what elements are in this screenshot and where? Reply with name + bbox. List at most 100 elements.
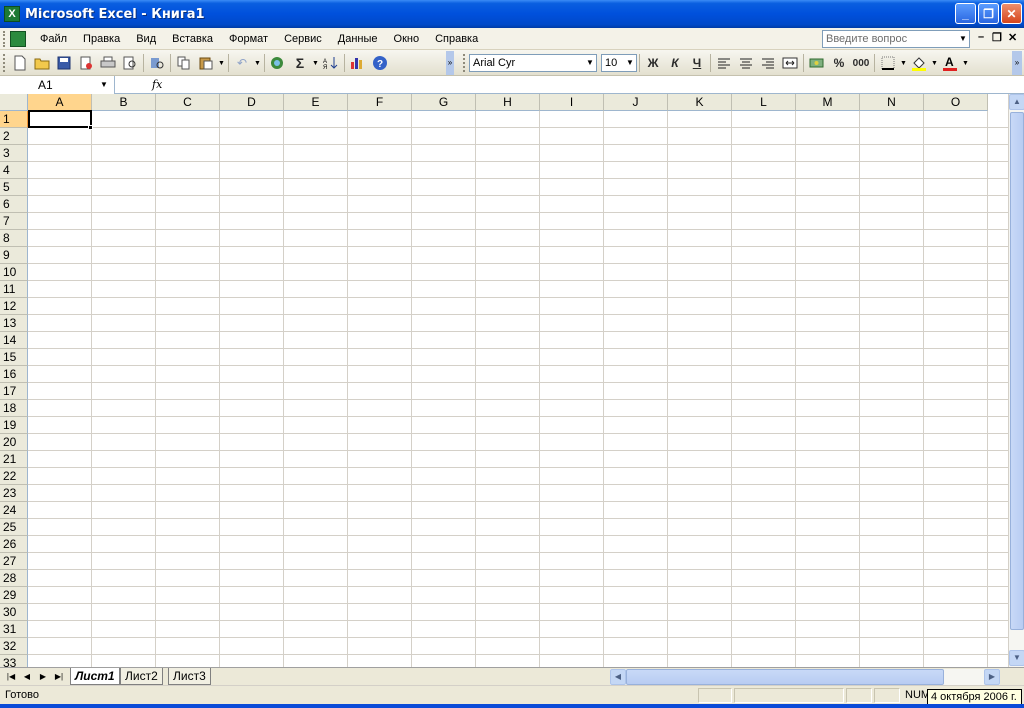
active-cell[interactable] bbox=[28, 110, 92, 128]
print-icon[interactable] bbox=[97, 52, 119, 74]
row-header[interactable]: 32 bbox=[0, 638, 28, 655]
scroll-left-icon[interactable]: ◀ bbox=[610, 669, 626, 685]
menu-tools[interactable]: Сервис bbox=[276, 29, 330, 49]
sheet-tab-3[interactable]: Лист3 bbox=[168, 668, 211, 685]
borders-dropdown-icon[interactable]: ▼ bbox=[899, 60, 908, 67]
column-header[interactable]: O bbox=[924, 94, 988, 111]
menu-format[interactable]: Формат bbox=[221, 29, 276, 49]
font-name-combo[interactable]: Arial Cyr ▼ bbox=[469, 54, 597, 72]
new-document-icon[interactable] bbox=[9, 52, 31, 74]
borders-icon[interactable] bbox=[877, 52, 899, 74]
row-header[interactable]: 8 bbox=[0, 230, 28, 247]
paste-dropdown-icon[interactable]: ▼ bbox=[217, 60, 226, 67]
row-header[interactable]: 11 bbox=[0, 281, 28, 298]
column-header[interactable]: J bbox=[604, 94, 668, 111]
row-header[interactable]: 19 bbox=[0, 417, 28, 434]
column-header[interactable]: N bbox=[860, 94, 924, 111]
column-header[interactable]: H bbox=[476, 94, 540, 111]
autosum-dropdown-icon[interactable]: ▼ bbox=[311, 60, 320, 67]
doc-minimize-button[interactable]: – bbox=[978, 31, 984, 43]
next-sheet-icon[interactable]: ▶ bbox=[36, 669, 50, 684]
row-header[interactable]: 15 bbox=[0, 349, 28, 366]
horizontal-scroll-thumb[interactable] bbox=[626, 669, 944, 685]
column-header[interactable]: D bbox=[220, 94, 284, 111]
menu-help[interactable]: Справка bbox=[427, 29, 486, 49]
row-header[interactable]: 1 bbox=[0, 111, 28, 128]
row-header[interactable]: 9 bbox=[0, 247, 28, 264]
row-header[interactable]: 29 bbox=[0, 587, 28, 604]
chevron-down-icon[interactable]: ▼ bbox=[957, 31, 969, 47]
column-header[interactable]: G bbox=[412, 94, 476, 111]
toolbar-options-icon[interactable]: » bbox=[1012, 51, 1022, 75]
chevron-down-icon[interactable]: ▼ bbox=[624, 55, 636, 71]
formula-input[interactable] bbox=[170, 76, 1024, 94]
column-header[interactable]: M bbox=[796, 94, 860, 111]
row-header[interactable]: 30 bbox=[0, 604, 28, 621]
bold-button[interactable]: Ж bbox=[642, 52, 664, 74]
font-size-combo[interactable]: 10 ▼ bbox=[601, 54, 637, 72]
row-header[interactable]: 28 bbox=[0, 570, 28, 587]
row-header[interactable]: 13 bbox=[0, 315, 28, 332]
row-header[interactable]: 27 bbox=[0, 553, 28, 570]
hyperlink-icon[interactable] bbox=[267, 52, 289, 74]
row-header[interactable]: 2 bbox=[0, 128, 28, 145]
font-color-icon[interactable]: A bbox=[939, 52, 961, 74]
font-color-dropdown-icon[interactable]: ▼ bbox=[961, 60, 970, 67]
column-header[interactable]: L bbox=[732, 94, 796, 111]
insert-function-icon[interactable]: fx bbox=[152, 76, 168, 94]
chart-wizard-icon[interactable] bbox=[347, 52, 369, 74]
close-button[interactable]: ✕ bbox=[1001, 3, 1022, 24]
autosum-icon[interactable]: Σ bbox=[289, 52, 311, 74]
row-header[interactable]: 31 bbox=[0, 621, 28, 638]
toolbar-options-icon[interactable]: » bbox=[446, 51, 454, 75]
toolbar-grip[interactable] bbox=[3, 54, 6, 72]
row-header[interactable]: 14 bbox=[0, 332, 28, 349]
paste-icon[interactable] bbox=[195, 52, 217, 74]
print-preview-icon[interactable] bbox=[119, 52, 141, 74]
menubar-grip[interactable] bbox=[3, 30, 6, 47]
sheet-tab-2[interactable]: Лист2 bbox=[120, 668, 163, 685]
menu-window[interactable]: Окно bbox=[386, 29, 428, 49]
row-header[interactable]: 12 bbox=[0, 298, 28, 315]
row-header[interactable]: 25 bbox=[0, 519, 28, 536]
italic-button[interactable]: К bbox=[664, 52, 686, 74]
excel-app-icon[interactable]: X bbox=[4, 6, 20, 22]
column-header[interactable]: B bbox=[92, 94, 156, 111]
row-header[interactable]: 10 bbox=[0, 264, 28, 281]
row-header[interactable]: 3 bbox=[0, 145, 28, 162]
doc-restore-button[interactable]: ❐ bbox=[992, 31, 1002, 44]
menu-file[interactable]: Файл bbox=[32, 29, 75, 49]
currency-style-icon[interactable] bbox=[806, 52, 828, 74]
prev-sheet-icon[interactable]: ◀ bbox=[20, 669, 34, 684]
toolbar-grip[interactable] bbox=[463, 54, 466, 72]
column-header[interactable]: A bbox=[28, 94, 92, 111]
ask-question-input[interactable]: Введите вопрос ▼ bbox=[822, 30, 970, 48]
undo-dropdown-icon[interactable]: ▼ bbox=[253, 60, 262, 67]
last-sheet-icon[interactable]: ▶| bbox=[52, 669, 66, 684]
row-header[interactable]: 17 bbox=[0, 383, 28, 400]
sheet-tab-1[interactable]: Лист1 bbox=[70, 668, 120, 685]
percent-style-button[interactable]: % bbox=[828, 52, 850, 74]
row-header[interactable]: 18 bbox=[0, 400, 28, 417]
fill-handle[interactable] bbox=[88, 125, 93, 130]
scroll-up-icon[interactable]: ▲ bbox=[1009, 94, 1024, 110]
vertical-scroll-thumb[interactable] bbox=[1010, 112, 1024, 630]
sort-ascending-icon[interactable]: AЯ bbox=[320, 52, 342, 74]
help-icon[interactable]: ? bbox=[369, 52, 391, 74]
column-header[interactable]: I bbox=[540, 94, 604, 111]
fill-color-dropdown-icon[interactable]: ▼ bbox=[930, 60, 939, 67]
document-icon[interactable] bbox=[10, 30, 26, 47]
row-header[interactable]: 5 bbox=[0, 179, 28, 196]
underline-button[interactable]: Ч bbox=[686, 52, 708, 74]
first-sheet-icon[interactable]: |◀ bbox=[4, 669, 18, 684]
undo-icon[interactable]: ↶ bbox=[231, 52, 253, 74]
column-header[interactable]: K bbox=[668, 94, 732, 111]
row-header[interactable]: 6 bbox=[0, 196, 28, 213]
save-icon[interactable] bbox=[53, 52, 75, 74]
row-header[interactable]: 4 bbox=[0, 162, 28, 179]
chevron-down-icon[interactable]: ▼ bbox=[584, 55, 596, 71]
align-right-icon[interactable] bbox=[757, 52, 779, 74]
scroll-right-icon[interactable]: ▶ bbox=[984, 669, 1000, 685]
menu-edit[interactable]: Правка bbox=[75, 29, 128, 49]
row-header[interactable]: 23 bbox=[0, 485, 28, 502]
